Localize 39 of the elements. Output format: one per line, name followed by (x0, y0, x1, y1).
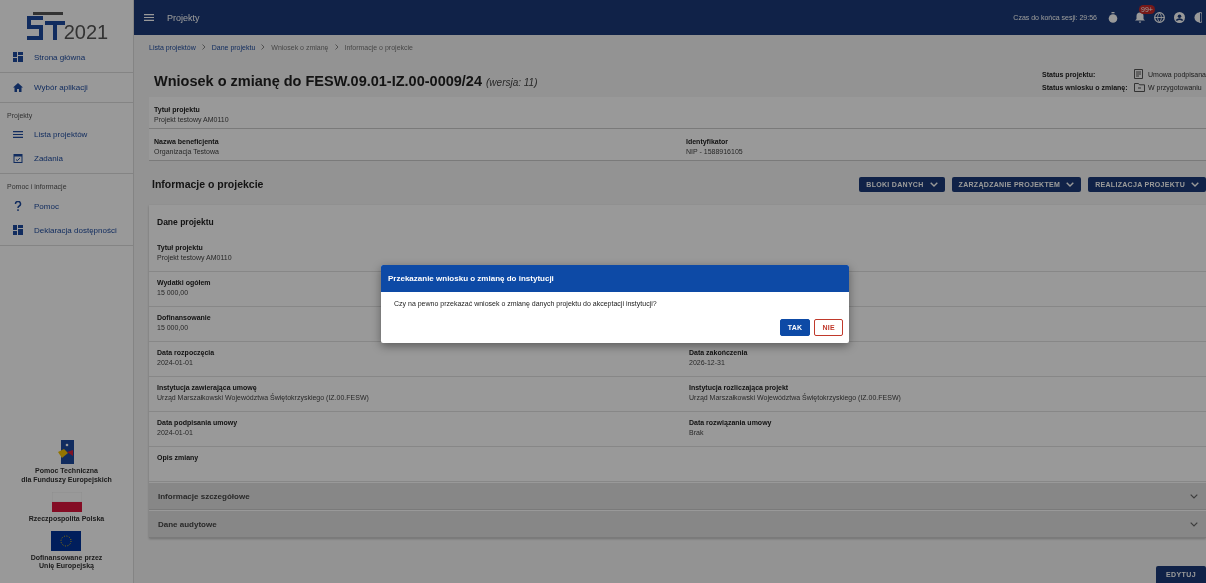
european-funds-logo (58, 440, 75, 465)
sidebar-item[interactable]: Zadania (0, 146, 133, 170)
section-title: Informacje o projekcie (152, 178, 264, 190)
sidebar-item[interactable]: Wybór aplikacji (0, 76, 133, 99)
account-icon[interactable] (1174, 12, 1185, 23)
dashboard-icon (13, 225, 23, 235)
document-icon (1134, 69, 1143, 79)
eu-flag-icon (51, 530, 82, 551)
list-icon (13, 131, 23, 138)
home-icon (13, 83, 23, 92)
accordion-header[interactable]: Informacje szczegółowe (149, 482, 1206, 510)
chevron-right-icon (261, 44, 266, 50)
menu-icon[interactable] (144, 14, 154, 21)
chevron-icon (1190, 493, 1198, 499)
dashboard-icon (13, 52, 23, 62)
bell-icon[interactable] (1135, 12, 1145, 23)
sidebar-item[interactable]: Lista projektów (0, 123, 133, 146)
app-title: Projekty (167, 12, 200, 23)
chevron-down-icon (1191, 181, 1199, 187)
polish-flag-icon (51, 491, 82, 512)
chevron-down-icon (1066, 181, 1075, 187)
logo-year: 2021 (63, 22, 109, 42)
sidebar-item[interactable]: Pomoc (0, 194, 133, 218)
help-icon (13, 201, 23, 211)
sidebar-item[interactable]: Strona główna (0, 45, 133, 69)
stopwatch-icon[interactable] (1108, 12, 1118, 23)
dialog-title: Przekazanie wniosku o zmianę do instytucji (388, 274, 554, 283)
page-title: Wniosek o zmianę do FESW.09.01-IZ.00-0009/24 (wersja: 11) (154, 73, 538, 89)
chevron-down-icon (929, 181, 938, 187)
chevron-icon (1190, 521, 1198, 527)
accordion-header[interactable]: Dane audytowe (149, 510, 1206, 538)
globe-icon[interactable] (1154, 12, 1165, 23)
chevron-right-icon (334, 44, 339, 50)
calendar-icon (13, 153, 23, 163)
chevron-right-icon (201, 44, 206, 50)
contrast-icon[interactable] (1194, 12, 1202, 23)
panel-title: Dane projektu (156, 216, 215, 229)
sidebar-item[interactable]: Deklaracja dostępności (0, 218, 133, 242)
folder-icon (1134, 83, 1145, 92)
